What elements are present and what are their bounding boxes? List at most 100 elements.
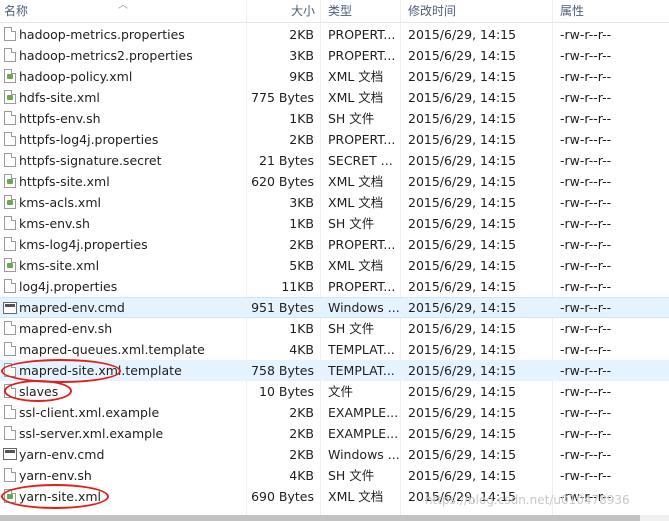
horizontal-scrollbar-thumb[interactable]	[0, 515, 640, 521]
column-header-modified[interactable]: 修改时间	[408, 0, 456, 22]
file-modified: 2015/6/29, 14:15	[408, 321, 517, 336]
file-size: 2KB	[289, 237, 314, 252]
cmd-file-icon	[3, 302, 17, 314]
file-modified: 2015/6/29, 14:15	[408, 237, 517, 252]
xml-file-icon	[4, 195, 16, 209]
file-name: mapred-env.cmd	[19, 300, 125, 315]
file-modified: 2015/6/29, 14:15	[408, 174, 517, 189]
file-row[interactable]: ssl-client.xml.example 2KB EXAMPLE... 2015/…	[0, 402, 669, 423]
file-name: mapred-env.sh	[19, 321, 113, 336]
file-row[interactable]: ssl-server.xml.example 2KB EXAMPLE... 2015/…	[0, 423, 669, 444]
file-row[interactable]: mapred-queues.xml.template 4KB TEMPLAT... 2…	[0, 339, 669, 360]
file-row[interactable]: kms-acls.xml 3KB XML 文档 2015/6/29, 14:15 -rw…	[0, 192, 669, 213]
file-type: SH 文件	[328, 111, 375, 126]
file-size: 951 Bytes	[251, 300, 314, 315]
file-icon	[4, 279, 16, 293]
file-attributes: -rw-r--r--	[560, 111, 612, 126]
file-row[interactable]: hadoop-metrics.properties 2KB PROPERT... 20…	[0, 24, 669, 45]
column-header-type[interactable]: 类型	[328, 0, 352, 22]
xml-file-icon	[4, 489, 16, 503]
file-type: PROPERT...	[328, 279, 396, 294]
file-size: 5KB	[289, 258, 314, 273]
file-type: PROPERT...	[328, 132, 396, 147]
file-icon	[4, 426, 16, 440]
sort-ascending-icon: ︿	[118, 0, 128, 11]
file-name: ssl-server.xml.example	[19, 426, 164, 441]
file-size: 10 Bytes	[259, 384, 314, 399]
file-size: 2KB	[289, 447, 314, 462]
file-icon	[4, 153, 16, 167]
file-icon	[4, 216, 16, 230]
file-attributes: -rw-r--r--	[560, 342, 612, 357]
file-attributes: -rw-r--r--	[560, 153, 612, 168]
file-size: 2KB	[289, 27, 314, 42]
file-type: PROPERT...	[328, 237, 396, 252]
file-size: 690 Bytes	[251, 489, 314, 504]
file-icon	[4, 237, 16, 251]
file-type: XML 文档	[328, 174, 384, 189]
file-attributes: -rw-r--r--	[560, 237, 612, 252]
file-row[interactable]: httpfs-signature.secret 21 Bytes SECRET ..…	[0, 150, 669, 171]
cmd-file-icon	[3, 448, 17, 460]
file-modified: 2015/6/29, 14:15	[408, 405, 517, 420]
file-row[interactable]: httpfs-site.xml 620 Bytes XML 文档 2015/6/29,…	[0, 171, 669, 192]
file-size: 758 Bytes	[251, 363, 314, 378]
file-type: XML 文档	[328, 258, 384, 273]
file-attributes: -rw-r--r--	[560, 258, 612, 273]
file-name: log4j.properties	[19, 279, 118, 294]
file-size: 21 Bytes	[259, 153, 314, 168]
file-name: hadoop-metrics.properties	[19, 27, 185, 42]
file-type: SH 文件	[328, 216, 375, 231]
file-row[interactable]: hadoop-metrics2.properties 3KB PROPERT... 2…	[0, 45, 669, 66]
column-header-attr[interactable]: 属性	[560, 0, 584, 22]
file-row[interactable]: log4j.properties 11KB PROPERT... 2015/6/29,…	[0, 276, 669, 297]
xml-file-icon	[4, 90, 16, 104]
file-row[interactable]: kms-env.sh 1KB SH 文件 2015/6/29, 14:15 -rw-r-…	[0, 213, 669, 234]
file-type: Windows ...	[328, 300, 400, 315]
file-attributes: -rw-r--r--	[560, 27, 612, 42]
column-header-size[interactable]: 大小	[291, 0, 315, 22]
file-row[interactable]: yarn-env.cmd 2KB Windows ... 2015/6/29, 14:…	[0, 444, 669, 465]
file-name: kms-acls.xml	[19, 195, 101, 210]
file-attributes: -rw-r--r--	[560, 48, 612, 63]
file-modified: 2015/6/29, 14:15	[408, 279, 517, 294]
file-row[interactable]: httpfs-env.sh 1KB SH 文件 2015/6/29, 14:15 -rw…	[0, 108, 669, 129]
file-row[interactable]: kms-site.xml 5KB XML 文档 2015/6/29, 14:15 -rw…	[0, 255, 669, 276]
file-modified: 2015/6/29, 14:15	[408, 48, 517, 63]
file-name: yarn-site.xml	[19, 489, 102, 504]
file-name: hadoop-policy.xml	[19, 69, 133, 84]
file-icon	[4, 111, 16, 125]
file-modified: 2015/6/29, 14:15	[408, 27, 517, 42]
file-row[interactable]: mapred-site.xml.template 758 Bytes TEMPLAT…	[0, 360, 669, 381]
file-type: SH 文件	[328, 468, 375, 483]
file-icon	[4, 384, 16, 398]
file-modified: 2015/6/29, 14:15	[408, 342, 517, 357]
file-name: kms-env.sh	[19, 216, 90, 231]
file-row[interactable]: mapred-env.cmd 951 Bytes Windows ... 2015/6…	[0, 297, 669, 318]
file-row[interactable]: yarn-env.sh 4KB SH 文件 2015/6/29, 14:15 -rw-r…	[0, 465, 669, 486]
file-row[interactable]: slaves 10 Bytes 文件 2015/6/29, 14:15 -rw-r--r…	[0, 381, 669, 402]
file-name: hdfs-site.xml	[19, 90, 100, 105]
file-type: EXAMPLE...	[328, 426, 399, 441]
file-row[interactable]: kms-log4j.properties 2KB PROPERT... 2015/6/…	[0, 234, 669, 255]
file-type: PROPERT...	[328, 48, 396, 63]
file-icon	[4, 405, 16, 419]
file-type: 文件	[328, 384, 354, 399]
file-name: httpfs-site.xml	[19, 174, 110, 189]
file-modified: 2015/6/29, 14:15	[408, 258, 517, 273]
file-row[interactable]: mapred-env.sh 1KB SH 文件 2015/6/29, 14:15 -rw…	[0, 318, 669, 339]
file-name: kms-log4j.properties	[19, 237, 148, 252]
file-attributes: -rw-r--r--	[560, 300, 612, 315]
file-name: hadoop-metrics2.properties	[19, 48, 193, 63]
column-header-name[interactable]: 名称	[4, 0, 28, 22]
file-row[interactable]: hadoop-policy.xml 9KB XML 文档 2015/6/29, 14:…	[0, 66, 669, 87]
file-row[interactable]: hdfs-site.xml 775 Bytes XML 文档 2015/6/29, 1…	[0, 87, 669, 108]
file-row[interactable]: httpfs-log4j.properties 2KB PROPERT... 2015…	[0, 129, 669, 150]
file-modified: 2015/6/29, 14:15	[408, 426, 517, 441]
file-modified: 2015/6/29, 14:15	[408, 111, 517, 126]
file-icon	[4, 48, 16, 62]
file-modified: 2015/6/29, 14:15	[408, 468, 517, 483]
file-modified: 2015/6/29, 14:15	[408, 384, 517, 399]
file-size: 1KB	[289, 321, 314, 336]
watermark: https://blog.csdn.net/u010478936	[425, 493, 630, 507]
